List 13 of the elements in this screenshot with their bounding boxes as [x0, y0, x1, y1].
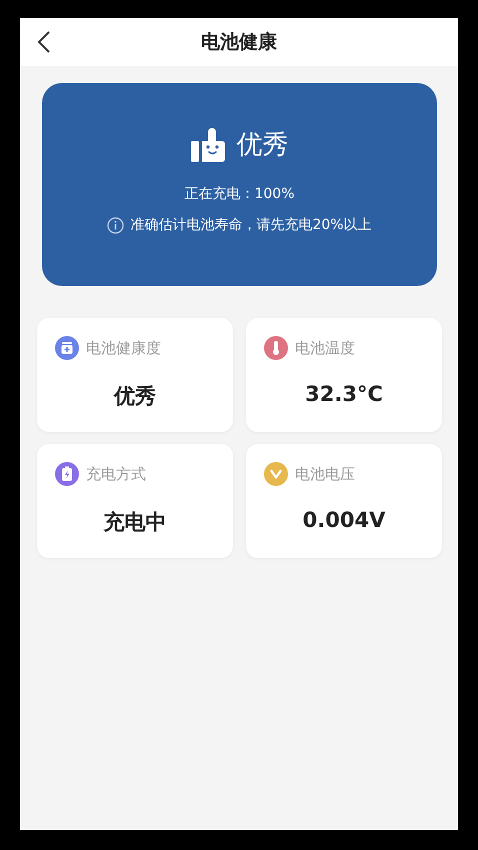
charging-status: 正在充电：100% — [184, 185, 295, 203]
stat-label: 电池电压 — [295, 464, 355, 484]
stat-value: 0.004V — [302, 508, 386, 532]
stat-label: 电池健康度 — [86, 338, 161, 358]
info-icon — [107, 216, 124, 234]
page-title: 电池健康 — [201, 30, 277, 55]
stat-label: 充电方式 — [86, 464, 146, 484]
stat-value: 32.3°C — [305, 382, 383, 406]
stat-value: 优秀 — [114, 383, 156, 410]
stat-label: 电池温度 — [295, 338, 355, 358]
stat-value: 充电中 — [104, 509, 166, 536]
tip-text: 准确估计电池寿命，请先充电20%以上 — [130, 216, 372, 234]
health-rating: 优秀 — [236, 129, 288, 162]
